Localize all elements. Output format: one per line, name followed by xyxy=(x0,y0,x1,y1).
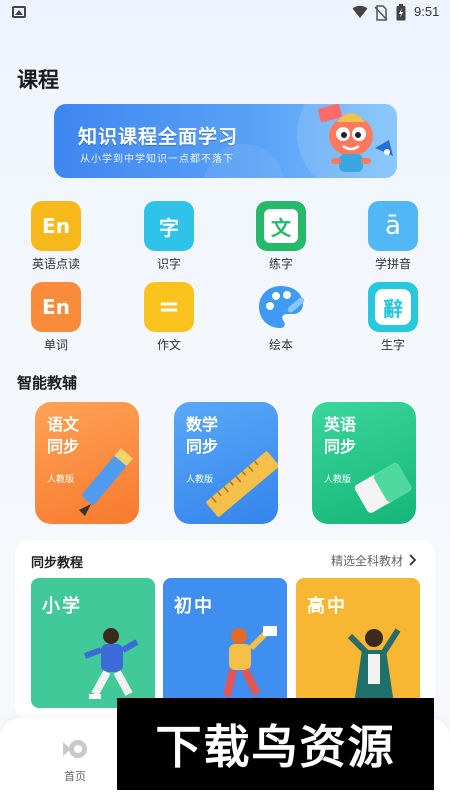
junior-high-card[interactable]: 初中 xyxy=(163,578,287,708)
chevron-right-icon[interactable] xyxy=(409,554,417,566)
all-textbooks-link[interactable]: 精选全科教材 xyxy=(331,552,403,569)
pencil-illustration xyxy=(79,448,134,516)
watermark-overlay: 下载鸟资源 xyxy=(117,698,434,790)
feature-label: 作文 xyxy=(156,338,181,352)
wen-icon: 文 xyxy=(256,201,306,251)
feature-label: 单词 xyxy=(43,338,68,352)
chinese-sync-card[interactable]: 语文同步 人教版 xyxy=(35,402,139,524)
zi-icon: 字 xyxy=(144,201,194,251)
feature-literacy[interactable]: 字 识字 xyxy=(134,201,204,271)
feature-vocabulary[interactable]: En 单词 xyxy=(21,282,91,352)
feature-label: 练字 xyxy=(268,257,293,271)
page-title: 课程 xyxy=(17,68,59,92)
promo-banner[interactable]: 知识课程全面学习 从小学到中学知识一点都不落下 xyxy=(54,104,397,178)
banner-subtitle: 从小学到中学知识一点都不落下 xyxy=(80,154,234,165)
level-label: 小学 xyxy=(42,596,82,617)
wifi-icon xyxy=(352,5,368,18)
tab-home[interactable]: 首页 xyxy=(55,738,95,784)
sync-tutorial-panel: 同步教程 精选全科教材 小学 初中 高中 xyxy=(15,540,435,720)
mascot-illustration xyxy=(318,104,393,172)
feature-label: 识字 xyxy=(156,257,181,271)
feature-label: 生字 xyxy=(380,338,405,352)
smart-section-title: 智能教辅 xyxy=(17,374,78,392)
tab-home-label: 首页 xyxy=(64,770,86,783)
pinyin-icon: ā xyxy=(368,201,418,251)
feature-composition[interactable]: = 作文 xyxy=(134,282,204,352)
watermark-text: 下载鸟资源 xyxy=(155,720,396,774)
shengzi-icon: 辭 xyxy=(368,282,418,332)
battery-icon xyxy=(396,4,406,21)
feature-picture-book[interactable]: 绘本 xyxy=(246,282,316,352)
feature-handwriting[interactable]: 文 练字 xyxy=(246,201,316,271)
level-label: 初中 xyxy=(174,596,214,617)
student-running-illustration xyxy=(83,628,139,699)
en-icon: En xyxy=(31,201,81,251)
student-waving-illustration xyxy=(223,626,277,697)
image-notification-icon xyxy=(12,6,26,18)
feature-new-characters[interactable]: 辭 生字 xyxy=(358,282,428,352)
primary-school-card[interactable]: 小学 xyxy=(31,578,155,708)
student-graduate-illustration xyxy=(347,628,401,704)
feature-english-reading[interactable]: En 英语点读 xyxy=(21,201,91,271)
feature-label: 英语点读 xyxy=(31,257,80,271)
palette-icon xyxy=(256,282,306,332)
banner-title: 知识课程全面学习 xyxy=(78,126,239,148)
feature-label: 学拼音 xyxy=(374,257,411,271)
home-tab-icon xyxy=(63,740,87,758)
math-sync-card[interactable]: 数学同步 人教版 xyxy=(174,402,278,524)
feature-label: 绘本 xyxy=(268,338,293,352)
feature-pinyin[interactable]: ā 学拼音 xyxy=(358,201,428,271)
senior-high-card[interactable]: 高中 xyxy=(296,578,420,708)
status-time: 9:51 xyxy=(414,4,440,19)
en-icon: En xyxy=(31,282,81,332)
english-sync-card[interactable]: 英语同步 人教版 xyxy=(312,402,416,524)
eraser-illustration xyxy=(354,463,412,513)
sync-title: 同步教程 xyxy=(31,556,84,571)
status-bar: 9:51 xyxy=(0,0,450,26)
level-label: 高中 xyxy=(307,596,347,617)
no-sim-icon xyxy=(374,5,388,21)
ruler-illustration xyxy=(206,451,278,517)
composition-icon: = xyxy=(144,282,194,332)
